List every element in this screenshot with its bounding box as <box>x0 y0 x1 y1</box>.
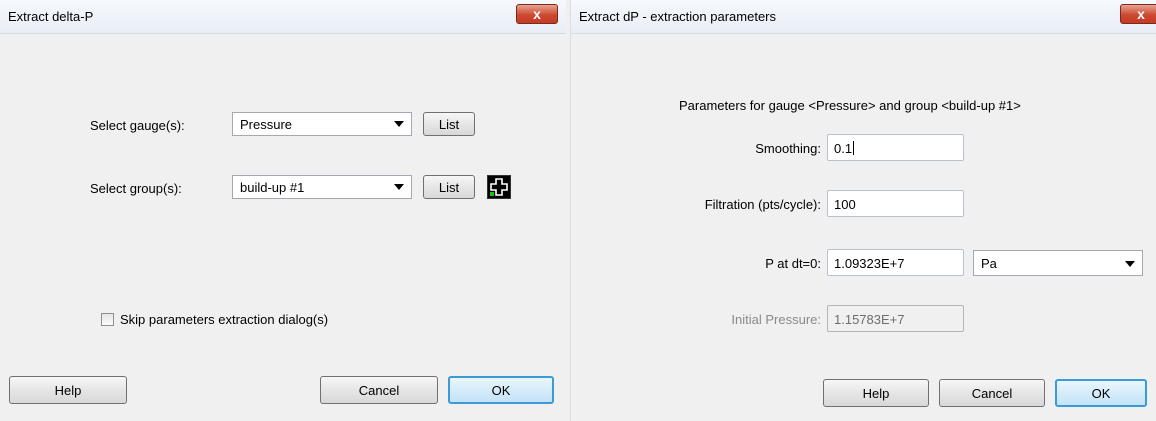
p-dt0-value: 1.09323E+7 <box>834 256 905 271</box>
close-button[interactable]: x <box>516 4 558 24</box>
chevron-down-icon <box>394 121 404 127</box>
smoothing-value: 0.1 <box>834 141 853 156</box>
chevron-down-icon <box>1125 261 1135 267</box>
ok-button[interactable]: OK <box>1055 379 1147 407</box>
gauge-select-value: Pressure <box>240 117 293 132</box>
gauge-label: Select gauge(s): <box>90 118 185 133</box>
skip-dialog-label: Skip parameters extraction dialog(s) <box>120 312 329 327</box>
smoothing-input[interactable]: 0.1 <box>827 134 964 161</box>
gauge-list-button[interactable]: List <box>423 112 475 136</box>
group-select[interactable]: build-up #1 <box>232 175 412 199</box>
extract-delta-p-dialog: Extract delta-P x Select gauge(s): Press… <box>0 0 566 421</box>
group-select-value: build-up #1 <box>240 180 305 195</box>
chevron-down-icon <box>394 184 404 190</box>
group-list-button[interactable]: List <box>423 175 475 199</box>
title-bar: Extract delta-P x <box>0 0 566 34</box>
help-button[interactable]: Help <box>9 376 127 404</box>
skip-dialog-checkbox[interactable] <box>101 313 114 326</box>
text-cursor <box>853 141 855 155</box>
help-button[interactable]: Help <box>823 379 929 407</box>
add-group-icon[interactable] <box>487 175 511 199</box>
unit-select[interactable]: Pa <box>973 250 1143 276</box>
close-icon: x <box>1137 6 1145 22</box>
group-label: Select group(s): <box>90 181 182 196</box>
dialog-title: Extract dP - extraction parameters <box>579 9 777 24</box>
parameters-header: Parameters for gauge <Pressure> and grou… <box>679 98 1021 113</box>
title-bar: Extract dP - extraction parameters x <box>571 0 1156 34</box>
initial-pressure-value: 1.15783E+7 <box>834 312 905 327</box>
cancel-button[interactable]: Cancel <box>320 376 438 404</box>
ok-button[interactable]: OK <box>448 376 554 404</box>
initial-pressure-label: Initial Pressure: <box>731 312 821 327</box>
initial-pressure-input: 1.15783E+7 <box>827 305 964 332</box>
close-icon: x <box>533 6 541 22</box>
close-button[interactable]: x <box>1120 4 1156 24</box>
extraction-parameters-dialog: Extract dP - extraction parameters x Par… <box>570 0 1156 421</box>
filtration-value: 100 <box>834 197 856 212</box>
gauge-select[interactable]: Pressure <box>232 112 412 136</box>
smoothing-label: Smoothing: <box>755 141 821 156</box>
filtration-input[interactable]: 100 <box>827 190 964 217</box>
dialog-title: Extract delta-P <box>8 9 94 24</box>
filtration-label: Filtration (pts/cycle): <box>704 197 821 212</box>
unit-select-value: Pa <box>981 256 997 271</box>
p-dt0-input[interactable]: 1.09323E+7 <box>827 249 964 276</box>
cancel-button[interactable]: Cancel <box>939 379 1045 407</box>
p-dt0-label: P at dt=0: <box>765 256 821 271</box>
